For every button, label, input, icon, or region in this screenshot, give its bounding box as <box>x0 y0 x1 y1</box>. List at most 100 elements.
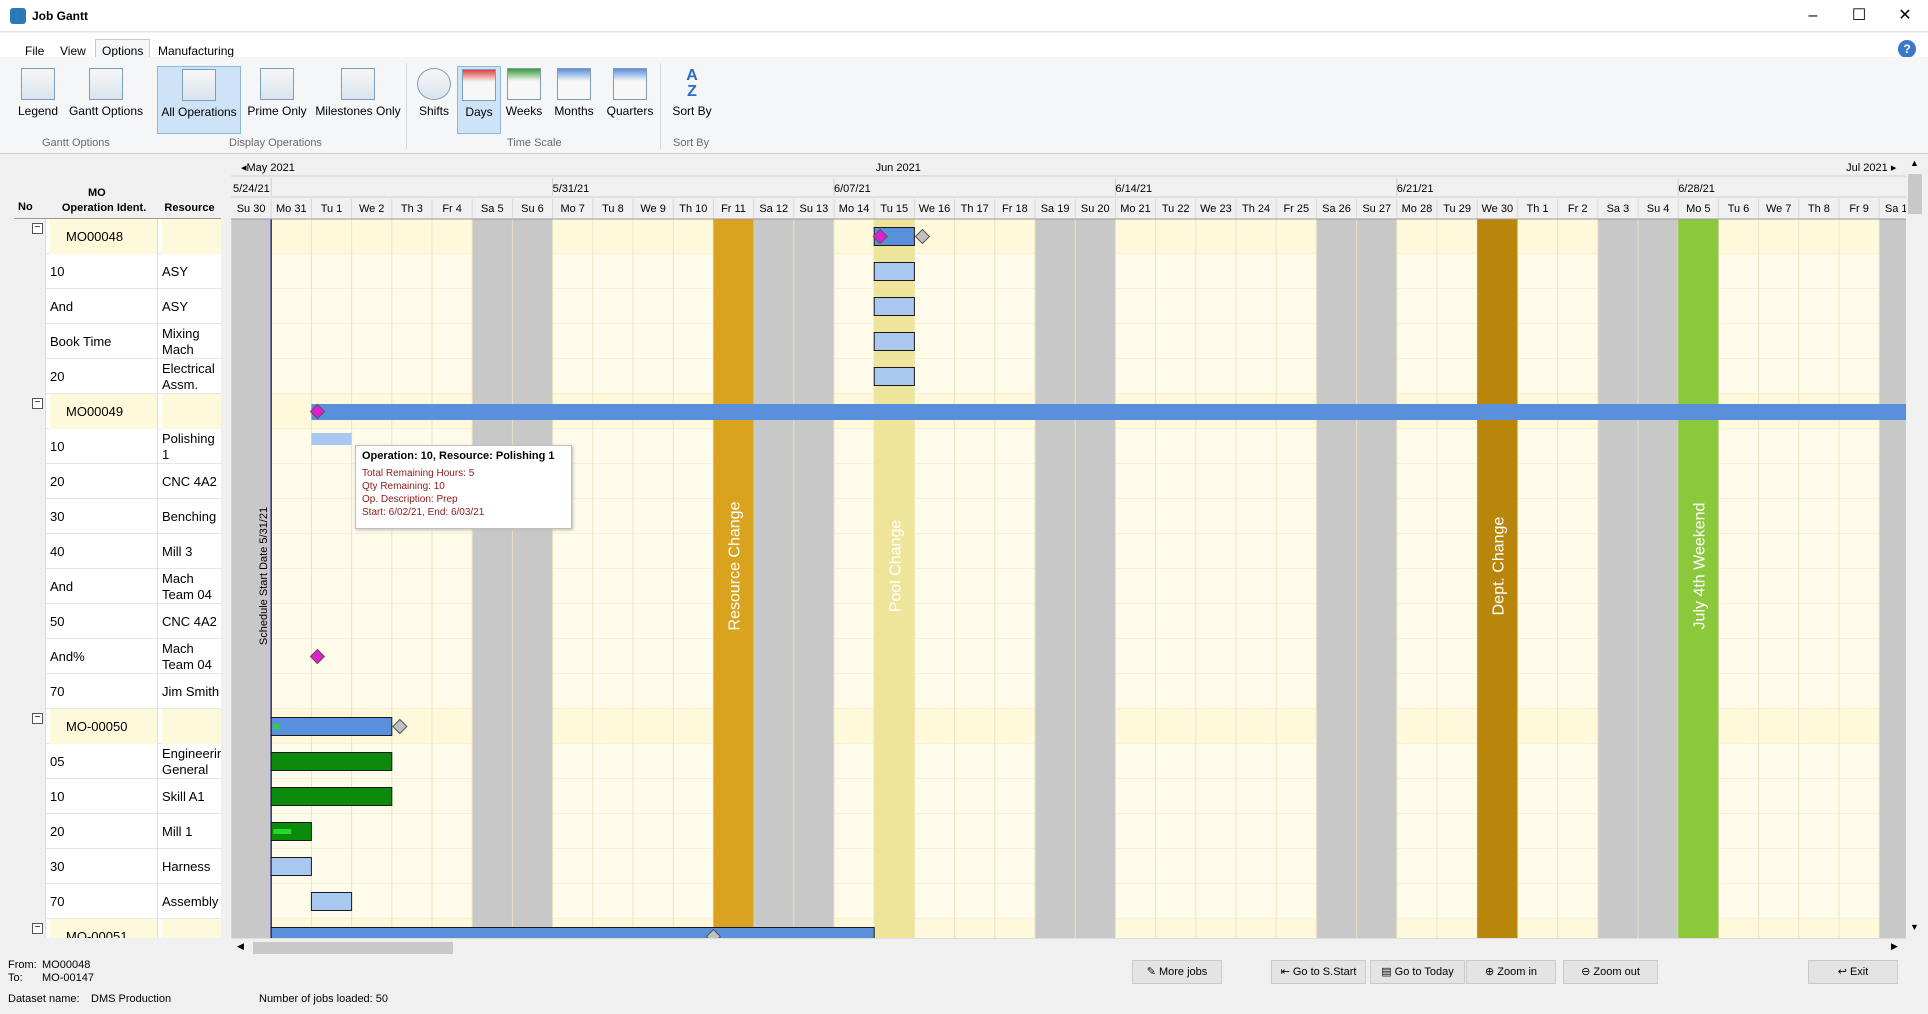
zoom-in-button[interactable]: ⊕ Zoom in <box>1466 960 1556 984</box>
all-operations-button[interactable]: All Operations <box>157 66 241 134</box>
day-label: Tu 1 <box>321 203 343 215</box>
maximize-button[interactable]: ☐ <box>1836 0 1882 32</box>
operation-ident-cell: MO-00050 <box>50 709 158 744</box>
menu-manufacturing[interactable]: Manufacturing <box>158 44 234 58</box>
operation-row[interactable]: And Mach Team 04 <box>14 569 221 604</box>
scroll-up-icon[interactable]: ▲ <box>1910 158 1919 168</box>
resource-cell: CNC 4A2 <box>162 473 217 489</box>
operation-row[interactable]: 10 Polishing 1 <box>14 429 221 464</box>
month-label: Jun 2021 <box>876 162 921 174</box>
horizontal-scroll-thumb[interactable] <box>253 942 453 954</box>
gantt-options-button[interactable]: Gantt Options <box>66 62 146 134</box>
operation-row[interactable]: 10 Skill A1 <box>14 779 221 814</box>
operation-row[interactable]: 70 Jim Smith <box>14 674 221 709</box>
milestones-only-button[interactable]: Milestones Only <box>315 62 401 134</box>
header-operation[interactable]: Operation Ident. <box>50 202 158 214</box>
zoom-out-button[interactable]: ⊖ Zoom out <box>1563 960 1658 984</box>
operation-bar <box>873 367 915 386</box>
operation-row[interactable]: 30 Harness <box>14 849 221 884</box>
day-label: We 7 <box>1766 203 1791 215</box>
row-number-cell <box>14 464 46 499</box>
operation-ident-cell: 20 <box>50 359 158 394</box>
day-label: Sa 19 <box>1041 203 1070 215</box>
operation-row[interactable]: 40 Mill 3 <box>14 534 221 569</box>
scroll-left-icon[interactable]: ◀ <box>237 941 244 952</box>
mo-row[interactable]: − MO-00050 <box>14 709 221 744</box>
collapse-icon[interactable]: − <box>32 923 43 934</box>
scroll-down-icon[interactable]: ▼ <box>1910 922 1919 932</box>
day-label: Sa 26 <box>1322 203 1351 215</box>
shifts-button[interactable]: Shifts <box>414 62 454 134</box>
title-bar: Job Gantt – ☐ ✕ <box>0 0 1928 32</box>
minimize-button[interactable]: – <box>1790 0 1836 32</box>
row-number-cell: − <box>14 394 46 429</box>
day-label: Mo 31 <box>276 203 307 215</box>
header-mo[interactable]: MO <box>88 187 106 199</box>
help-icon[interactable]: ? <box>1898 40 1916 58</box>
operation-row[interactable]: 20 CNC 4A2 <box>14 464 221 499</box>
milestones-only-label: Milestones Only <box>315 104 401 118</box>
progress-marker <box>273 724 280 729</box>
gantt-svg: Resource Change Pool Change Dept. Change Ju… <box>231 156 1906 938</box>
operation-row[interactable]: 20 Electrical Assm. <box>14 359 221 394</box>
operation-row[interactable]: 05Engineering General <box>14 744 221 779</box>
go-to-today-button[interactable]: ▤ Go to Today <box>1370 960 1465 984</box>
more-jobs-button[interactable]: ✎ More jobs <box>1132 960 1222 984</box>
day-label: We 16 <box>919 203 951 215</box>
exit-button[interactable]: ↩ Exit <box>1808 960 1898 984</box>
bottom-panel: ✎ More jobs ⇤ Go to S.Start ▤ Go to Toda… <box>0 956 1928 1014</box>
close-button[interactable]: ✕ <box>1882 0 1928 32</box>
day-label: Su 20 <box>1081 203 1110 215</box>
operation-ident-cell: 20 <box>50 464 158 499</box>
row-number-cell <box>14 324 46 359</box>
operation-row[interactable]: 20 Mill 1 <box>14 814 221 849</box>
go-to-start-button[interactable]: ⇤ Go to S.Start <box>1271 960 1366 984</box>
mo-row[interactable]: − MO-00051 <box>14 919 221 938</box>
horizontal-scrollbar[interactable]: ◀ ▶ <box>231 938 1906 956</box>
resource-cell: Mach Team 04 <box>162 570 212 602</box>
operations-grid: − MO00048 10 ASY And ASY Book Time Mixing Mach 2… <box>14 219 221 938</box>
scroll-right-icon[interactable]: ▶ <box>1891 941 1898 952</box>
day-label: Su 4 <box>1647 203 1670 215</box>
weeks-button[interactable]: Weeks <box>504 62 544 134</box>
day-label: Su 30 <box>237 203 266 215</box>
prime-only-button[interactable]: Prime Only <box>245 62 309 134</box>
operation-row[interactable]: And% Mach Team 04 <box>14 639 221 674</box>
day-label: Fr 11 <box>721 203 746 215</box>
day-label: Th 3 <box>401 203 423 215</box>
sort-by-button[interactable]: A Z Sort By <box>670 62 714 134</box>
operation-row[interactable]: 70 Assembly <box>14 884 221 919</box>
from-label: From: <box>8 959 37 971</box>
operation-row[interactable]: 30 Benching <box>14 499 221 534</box>
weekend-column <box>1356 219 1397 938</box>
day-label: Su 13 <box>800 203 829 215</box>
resource-cell: Mill 1 <box>162 823 193 839</box>
operation-row[interactable]: 10 ASY <box>14 254 221 289</box>
collapse-icon[interactable]: − <box>32 713 43 724</box>
operation-row[interactable]: Book Time Mixing Mach <box>14 324 221 359</box>
group-time-scale: Time Scale <box>507 137 562 149</box>
days-button[interactable]: Days <box>457 66 501 134</box>
row-number-cell <box>14 359 46 394</box>
header-resource[interactable]: Resource <box>158 202 221 214</box>
day-label: We 23 <box>1200 203 1232 215</box>
menu-file[interactable]: File <box>25 44 44 58</box>
operation-row[interactable]: And ASY <box>14 289 221 324</box>
months-button[interactable]: Months <box>552 62 596 134</box>
collapse-icon[interactable]: − <box>32 398 43 409</box>
mo-row[interactable]: − MO00048 <box>14 219 221 254</box>
weekend-column <box>1316 219 1357 938</box>
vertical-scrollbar[interactable]: ▲ ▼ <box>1906 156 1924 938</box>
quarters-button[interactable]: Quarters <box>604 62 656 134</box>
group-display-operations: Display Operations <box>229 137 322 149</box>
dataset-label: Dataset name: <box>8 993 80 1005</box>
legend-button[interactable]: Legend <box>14 62 62 134</box>
header-no[interactable]: No <box>18 201 33 213</box>
day-label: Fr 2 <box>1568 203 1588 215</box>
mo-row[interactable]: − MO00049 <box>14 394 221 429</box>
collapse-icon[interactable]: − <box>32 223 43 234</box>
menu-view[interactable]: View <box>60 44 86 58</box>
vertical-scroll-thumb[interactable] <box>1908 174 1922 214</box>
event-label: Dept. Change <box>1490 517 1507 616</box>
operation-row[interactable]: 50 CNC 4A2 <box>14 604 221 639</box>
